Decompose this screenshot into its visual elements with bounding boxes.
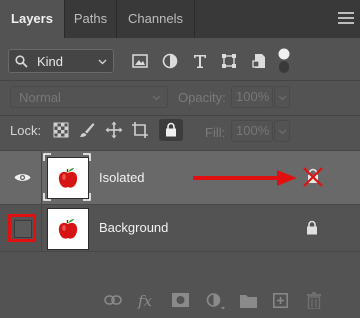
layer-name[interactable]: Isolated <box>99 170 145 185</box>
opacity-field[interactable]: 100% <box>231 86 273 108</box>
apple-icon <box>58 168 78 188</box>
opacity-dropdown[interactable] <box>274 86 290 108</box>
tab-bar: Layers Paths Channels <box>0 0 360 38</box>
opacity-label: Opacity: <box>178 90 226 105</box>
smart-object-filter-icon[interactable] <box>251 52 269 70</box>
chevron-down-icon <box>278 129 287 135</box>
fill-field[interactable]: 100% <box>231 120 273 142</box>
layer-row-background[interactable]: Background <box>0 205 360 251</box>
apple-icon <box>58 219 78 239</box>
layer-row-isolated[interactable]: Isolated <box>0 151 360 204</box>
link-layers-icon[interactable] <box>104 295 122 305</box>
pixel-filter-icon[interactable] <box>131 52 149 70</box>
fill-label: Fill: <box>205 125 226 140</box>
lock-position-icon[interactable] <box>105 121 123 139</box>
lock-icon[interactable] <box>306 220 318 235</box>
eye-icon[interactable] <box>14 172 31 183</box>
adjustment-filter-icon[interactable] <box>161 52 179 70</box>
layer-name[interactable]: Background <box>99 220 168 235</box>
lock-transparent-pixels-icon[interactable] <box>52 121 70 139</box>
visibility-toggle-hidden[interactable] <box>8 214 36 242</box>
lock-image-pixels-icon[interactable] <box>78 121 96 139</box>
chevron-down-icon <box>278 95 287 101</box>
blend-mode-label: Normal <box>19 90 61 105</box>
lock-artboard-icon[interactable] <box>131 121 149 139</box>
fill-dropdown[interactable] <box>274 120 290 142</box>
filter-kind-label: Kind <box>37 54 64 69</box>
delete-layer-icon[interactable] <box>307 292 321 309</box>
panel-menu-icon[interactable] <box>338 12 354 24</box>
new-group-icon[interactable] <box>240 294 257 308</box>
lock-all-button[interactable] <box>159 119 183 141</box>
type-filter-icon[interactable] <box>191 52 209 70</box>
filter-toggle-icon[interactable] <box>277 48 291 74</box>
tab-channels[interactable]: Channels <box>117 0 194 38</box>
filter-kind-select[interactable]: Kind <box>8 49 114 73</box>
layer-thumbnail[interactable] <box>47 157 89 199</box>
tab-paths[interactable]: Paths <box>65 0 116 38</box>
layer-thumbnail[interactable] <box>47 208 89 250</box>
lock-icon <box>166 122 176 137</box>
search-icon <box>15 55 28 68</box>
blend-mode-select[interactable]: Normal <box>10 86 168 108</box>
annotation-arrow <box>193 170 297 186</box>
chevron-down-icon <box>98 59 107 65</box>
tab-layers[interactable]: Layers <box>0 0 64 38</box>
layers-panel: Layers Paths Channels Kind Normal Opacit… <box>0 0 360 318</box>
add-mask-icon[interactable] <box>172 293 189 307</box>
chevron-down-icon <box>152 95 161 101</box>
layers-list: Isolated Background <box>0 150 360 285</box>
new-adjustment-icon[interactable] <box>206 293 226 311</box>
lock-label: Lock: <box>10 123 42 138</box>
new-layer-icon[interactable] <box>273 293 288 308</box>
crossed-out-lock-icon <box>303 167 323 187</box>
fx-icon[interactable]: fx <box>138 292 152 310</box>
bottom-toolbar: fx <box>0 285 360 318</box>
shape-filter-icon[interactable] <box>220 52 238 70</box>
